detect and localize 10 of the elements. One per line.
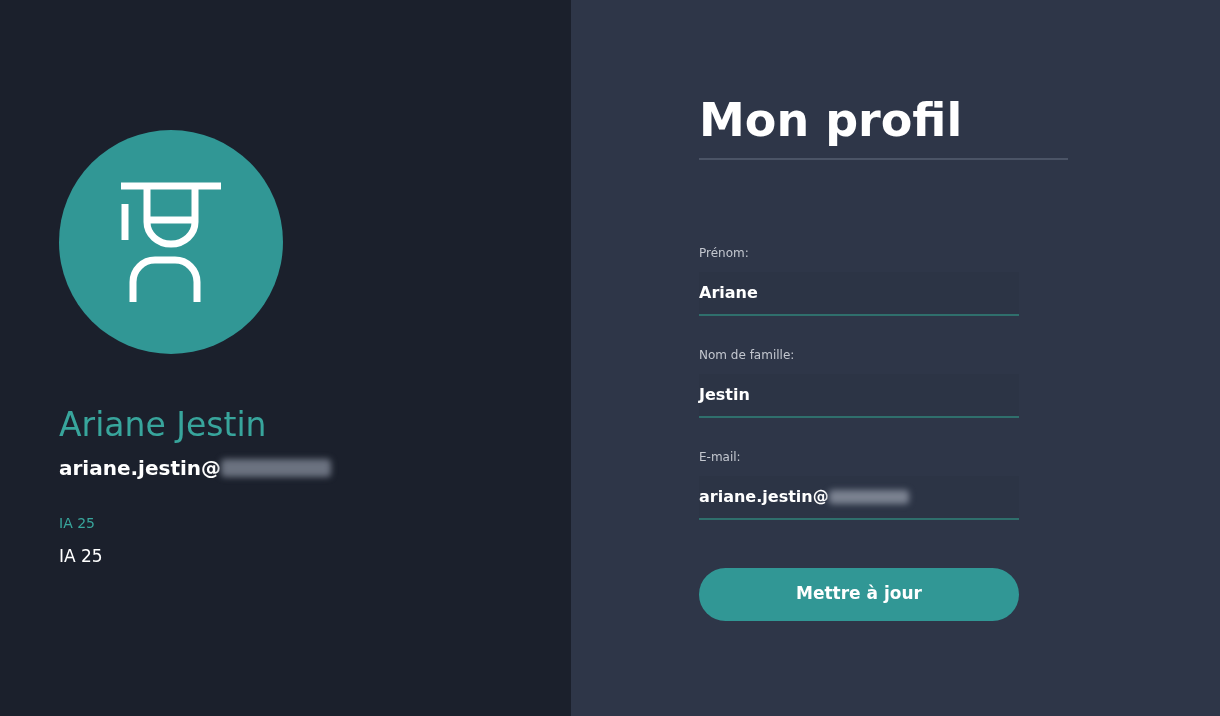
person-icon [121, 182, 221, 302]
group-value: IA 25 [59, 545, 104, 569]
group-label: IA 25 [59, 514, 96, 534]
field-label: Prénom: [699, 244, 750, 262]
page-title: Mon profil [699, 92, 1068, 160]
update-button[interactable]: Mettre à jour [699, 567, 1019, 621]
user-email: ariane.jestin@ [59, 455, 222, 483]
field-label: E-mail: [699, 448, 742, 466]
user-name: Ariane Jestin [59, 404, 268, 446]
field-label: Nom de famille: [699, 346, 796, 364]
